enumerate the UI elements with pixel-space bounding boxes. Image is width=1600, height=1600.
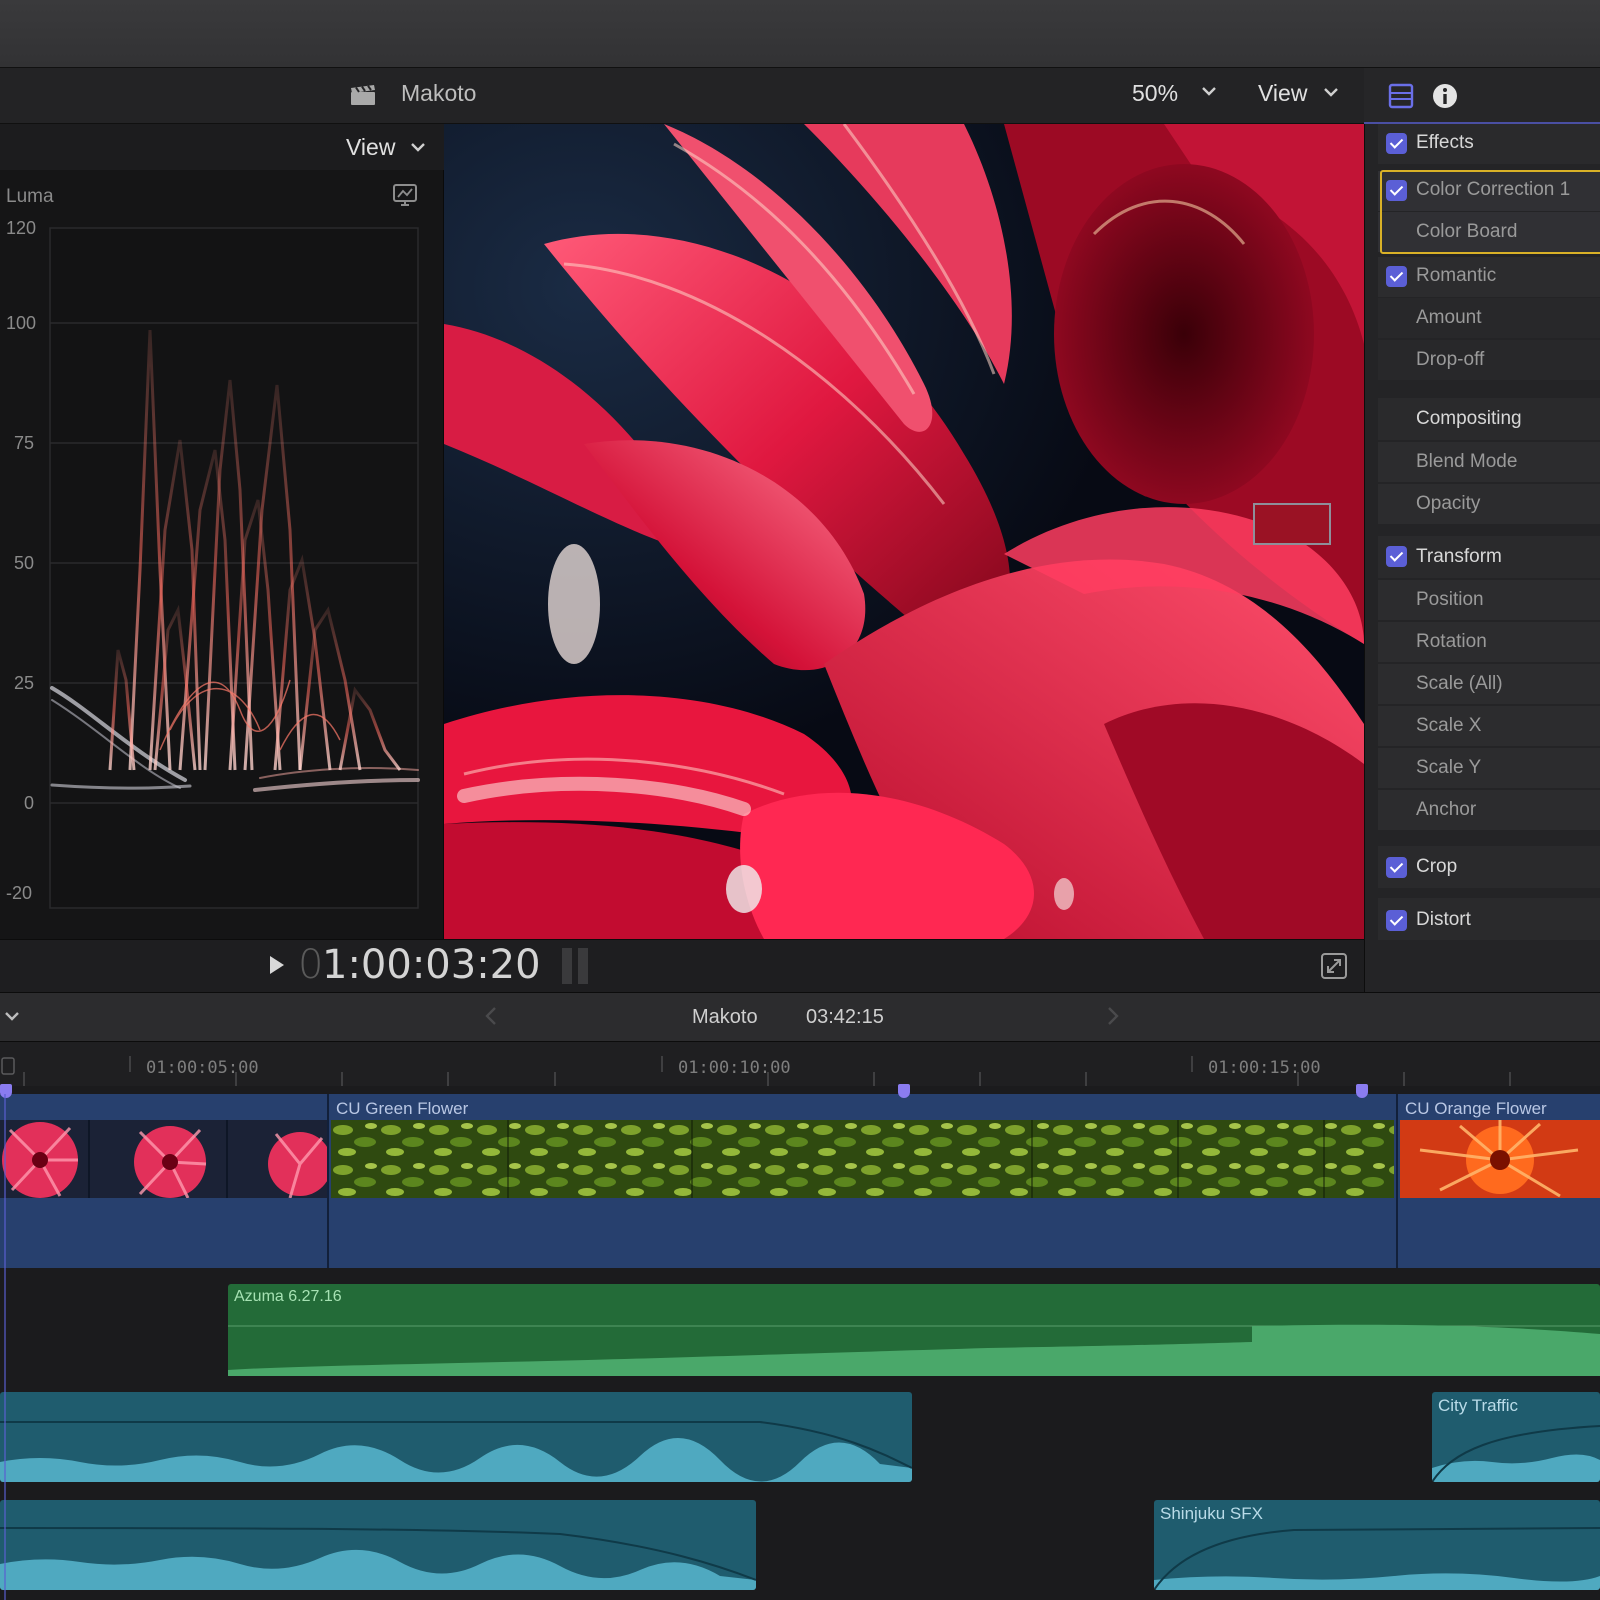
checkbox-icon[interactable] xyxy=(1386,546,1407,567)
clip-thumbnail-strip[interactable] xyxy=(331,1120,1394,1198)
opacity-label: Opacity xyxy=(1416,493,1481,514)
anchor-label: Anchor xyxy=(1416,799,1477,820)
checkbox-icon[interactable] xyxy=(1386,266,1407,287)
inspector-row-rotation[interactable] xyxy=(1378,622,1600,662)
chevron-down-icon[interactable] xyxy=(4,1010,20,1022)
flower-image xyxy=(444,124,1364,939)
ruler-label: 01:00:10:00 xyxy=(678,1058,791,1078)
scale-label-0: 0 xyxy=(24,793,34,813)
inspector-row-effects[interactable] xyxy=(1378,124,1600,164)
timeline-project-name: Makoto xyxy=(692,1006,758,1028)
distort-label: Distort xyxy=(1416,909,1471,930)
crop-label: Crop xyxy=(1416,856,1458,877)
transform-label: Transform xyxy=(1416,546,1502,567)
chevron-down-icon[interactable] xyxy=(1200,84,1218,98)
audio-clip[interactable] xyxy=(0,1392,912,1482)
marker-icon[interactable] xyxy=(0,1084,12,1098)
scale-all-label: Scale (All) xyxy=(1416,673,1503,694)
fullscreen-icon[interactable] xyxy=(1320,952,1348,980)
shinjuku-sfx-title: Shinjuku SFX xyxy=(1160,1504,1263,1523)
timeline-header xyxy=(0,992,1600,1042)
selected-effect-highlight xyxy=(1380,170,1600,254)
inspector-row-dropoff[interactable] xyxy=(1378,340,1600,380)
clip-thumbnail-strip[interactable] xyxy=(0,1120,327,1198)
chevron-down-icon[interactable] xyxy=(1323,86,1339,98)
compositing-label: Compositing xyxy=(1416,408,1522,429)
scope-settings-icon[interactable] xyxy=(392,182,418,208)
viewer-canvas[interactable] xyxy=(444,124,1364,939)
romantic-label: Romantic xyxy=(1416,265,1497,286)
checkbox-icon[interactable] xyxy=(1386,857,1407,878)
audio-clip[interactable] xyxy=(0,1500,756,1590)
scale-label-75: 75 xyxy=(14,433,34,453)
scope-mode-label: Luma xyxy=(6,186,54,207)
window-title-bar xyxy=(0,0,1600,68)
scale-label-minus20: -20 xyxy=(6,883,32,903)
timecode-display[interactable]: 1:00:03:20 xyxy=(322,942,541,988)
inspector-row-position[interactable] xyxy=(1378,580,1600,620)
clip-title-orange: CU Orange Flower xyxy=(1405,1099,1547,1118)
checkbox-icon[interactable] xyxy=(1386,133,1407,154)
clip-title-green: CU Green Flower xyxy=(336,1099,469,1118)
scale-x-label: Scale X xyxy=(1416,715,1482,736)
scale-y-label: Scale Y xyxy=(1416,757,1482,778)
music-clip[interactable] xyxy=(228,1284,1600,1376)
scale-label-50: 50 xyxy=(14,553,34,573)
inspector-row-scale-x[interactable] xyxy=(1378,706,1600,746)
clip-edit-point[interactable] xyxy=(1396,1094,1398,1268)
timecode-leading-digit: 0 xyxy=(298,942,324,988)
forward-arrow-icon[interactable] xyxy=(1106,1006,1120,1026)
city-traffic-title: City Traffic xyxy=(1438,1396,1518,1415)
blend-mode-label: Blend Mode xyxy=(1416,451,1518,472)
scale-label-25: 25 xyxy=(14,673,34,693)
effects-label: Effects xyxy=(1416,132,1474,153)
inspector-row-opacity[interactable] xyxy=(1378,484,1600,524)
scale-label-100: 100 xyxy=(6,313,36,333)
position-label: Position xyxy=(1416,589,1484,610)
transport-bar xyxy=(0,939,1364,992)
clapper-icon xyxy=(351,85,375,105)
zoom-level-menu[interactable]: 50% xyxy=(1132,80,1178,107)
clip-edit-point[interactable] xyxy=(327,1094,329,1268)
inspector-row-scale-y[interactable] xyxy=(1378,748,1600,788)
amount-label: Amount xyxy=(1416,307,1482,328)
inspector-row-amount[interactable] xyxy=(1378,298,1600,338)
inspector-row-distort[interactable] xyxy=(1378,898,1600,940)
checkbox-icon[interactable] xyxy=(1386,910,1407,931)
inspector-row-anchor[interactable] xyxy=(1378,790,1600,830)
scale-label-120: 120 xyxy=(6,218,36,238)
viewer-project-name: Makoto xyxy=(401,80,477,106)
timeline-duration: 03:42:15 xyxy=(806,1006,884,1028)
video-inspector-icon[interactable] xyxy=(1387,82,1415,110)
playhead[interactable] xyxy=(4,1094,6,1600)
music-clip-title: Azuma 6.27.16 xyxy=(234,1288,342,1305)
viewer-view-menu[interactable]: View xyxy=(1258,80,1307,107)
play-icon[interactable] xyxy=(268,954,286,976)
chevron-down-icon[interactable] xyxy=(410,141,426,153)
back-arrow-icon[interactable] xyxy=(484,1006,498,1026)
dropoff-label: Drop-off xyxy=(1416,349,1485,370)
ruler-label: 01:00:15:00 xyxy=(1208,1058,1321,1078)
rotation-label: Rotation xyxy=(1416,631,1487,652)
marker-icon[interactable] xyxy=(1356,1084,1368,1098)
marker-icon[interactable] xyxy=(898,1084,910,1098)
inspector-row-crop[interactable] xyxy=(1378,846,1600,888)
luma-waveform: 120 100 75 50 25 0 -20 xyxy=(6,218,420,909)
info-icon[interactable] xyxy=(1431,82,1459,110)
timecode-meter xyxy=(562,948,588,984)
scope-view-menu[interactable]: View xyxy=(346,134,395,161)
clip-thumbnail-strip[interactable] xyxy=(1400,1120,1600,1198)
ruler-label: 01:00:05:00 xyxy=(146,1058,259,1078)
